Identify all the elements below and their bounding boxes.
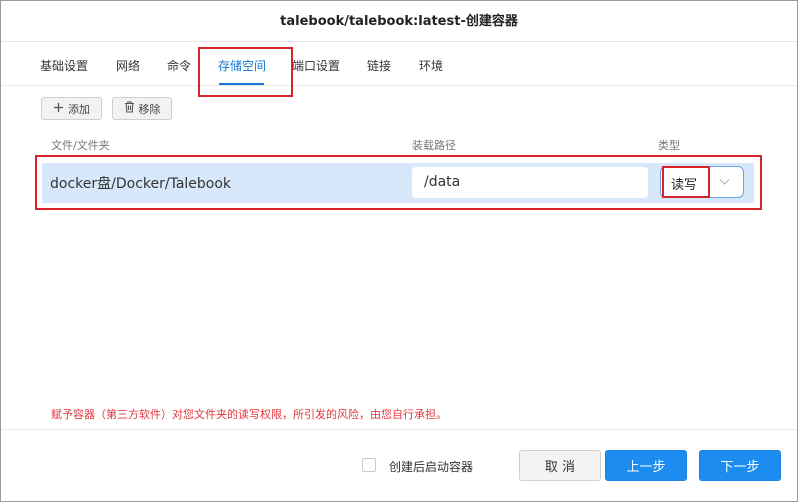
tabs-divider [1, 85, 797, 86]
column-header-file: 文件/文件夹 [51, 139, 110, 152]
row-file-path: docker盘/Docker/Talebook [50, 176, 232, 192]
next-step-button[interactable]: 下一步 [699, 450, 781, 481]
remove-button[interactable]: 移除 [112, 97, 172, 120]
previous-step-button[interactable]: 上一步 [605, 450, 687, 481]
type-select-value: 读写 [671, 178, 698, 193]
title-divider [1, 41, 797, 42]
tab-links[interactable]: 链接 [367, 57, 391, 74]
column-header-type: 类型 [658, 139, 680, 152]
trash-icon [124, 101, 135, 116]
chevron-down-icon [718, 173, 731, 192]
remove-button-label: 移除 [138, 102, 161, 116]
cancel-button[interactable]: 取 消 [519, 450, 601, 481]
tab-command[interactable]: 命令 [167, 57, 191, 74]
footer-divider [1, 429, 797, 430]
tab-network[interactable]: 网络 [116, 57, 140, 74]
start-after-create-checkbox[interactable] [362, 458, 376, 472]
add-button[interactable]: 添加 [41, 97, 102, 120]
plus-icon [53, 102, 64, 116]
dialog-title: talebook/talebook:latest-创建容器 [280, 14, 518, 29]
mount-path-input[interactable]: /data [412, 167, 648, 198]
start-after-create-label: 创建后启动容器 [389, 460, 474, 474]
column-header-mount-path: 装载路径 [412, 139, 456, 152]
risk-warning-text: 赋予容器（第三方软件）对您文件夹的读写权限，所引发的风险，由您自行承担。 [51, 408, 447, 421]
add-button-label: 添加 [68, 102, 90, 116]
create-container-dialog: talebook/talebook:latest-创建容器 基础设置 网络 命令… [0, 0, 798, 502]
tab-environment[interactable]: 环境 [419, 57, 443, 74]
tab-storage[interactable]: 存储空间 [218, 57, 266, 74]
tab-port-settings[interactable]: 端口设置 [292, 57, 340, 74]
tab-basic-settings[interactable]: 基础设置 [40, 57, 88, 74]
